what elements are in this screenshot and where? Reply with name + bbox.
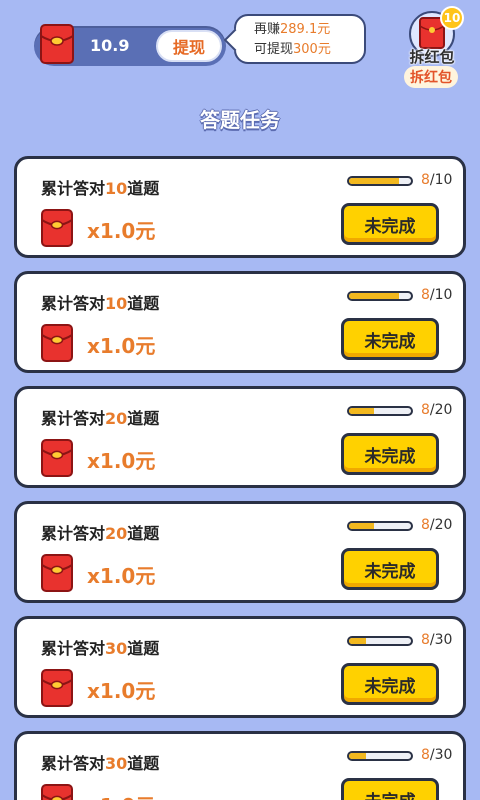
red-packet-icon	[41, 324, 73, 362]
task-progress-text: 8/20	[421, 517, 452, 533]
task-card: 累计答对20道题 8/20 x1.0元 未完成	[14, 386, 466, 488]
tip-line-1: 再赚289.1元	[254, 20, 364, 40]
withdraw-button[interactable]: 提现	[156, 30, 222, 62]
task-progress-bar	[347, 406, 413, 416]
task-progress-text: 8/20	[421, 402, 452, 418]
task-progress-text: 8/10	[421, 172, 452, 188]
task-status-button[interactable]: 未完成	[341, 203, 439, 245]
red-packet-icon	[41, 439, 73, 477]
task-title-suffix: 道题	[127, 179, 160, 198]
task-reward: x1.0元	[87, 334, 156, 358]
task-target-count: 30	[105, 639, 128, 658]
task-reward: x1.0元	[87, 790, 155, 800]
task-target-count: 20	[105, 409, 128, 428]
task-target-count: 10	[105, 179, 128, 198]
task-target-count: 20	[105, 524, 128, 543]
task-progress-total: /10	[429, 287, 453, 303]
open-packet-count-badge: 10	[440, 6, 464, 30]
task-reward: x1.0元	[87, 679, 156, 703]
tip-line-1-amount: 289.1元	[280, 22, 331, 37]
task-card: 累计答对30道题 8/30 x1.0元 未完成	[14, 731, 466, 800]
task-progress-fill	[349, 523, 374, 529]
task-title: 累计答对10道题	[41, 175, 159, 199]
tip-line-2: 可提现300元	[254, 40, 364, 60]
task-progress-current: 8	[421, 632, 430, 648]
task-progress-current: 8	[421, 402, 430, 418]
task-progress-fill	[349, 408, 374, 414]
task-reward: x1.0元	[87, 219, 156, 243]
task-progress-current: 8	[421, 517, 430, 533]
open-packet-title[interactable]: 拆红包	[404, 46, 460, 67]
task-title-prefix: 累计答对	[41, 754, 106, 773]
task-progress-total: /20	[429, 402, 453, 418]
task-progress-total: /10	[429, 172, 453, 188]
task-card: 累计答对10道题 8/10 x1.0元 未完成	[14, 156, 466, 258]
task-progress-current: 8	[421, 747, 430, 763]
task-card: 累计答对30道题 8/30 x1.0元 未完成	[14, 616, 466, 718]
tip-line-1-prefix: 再赚	[254, 22, 281, 37]
task-title: 累计答对10道题	[41, 290, 159, 314]
task-progress-total: /20	[429, 517, 453, 533]
task-progress-total: /30	[429, 632, 453, 648]
task-status-button[interactable]: 未完成	[341, 778, 439, 800]
task-target-count: 10	[105, 294, 128, 313]
task-status-button[interactable]: 未完成	[341, 548, 439, 590]
task-title-prefix: 累计答对	[41, 639, 106, 658]
task-title-suffix: 道题	[127, 524, 160, 543]
task-title-suffix: 道题	[127, 754, 160, 773]
task-progress-total: /30	[429, 747, 453, 763]
task-progress-bar	[347, 176, 413, 186]
task-title-suffix: 道题	[127, 639, 160, 658]
red-packet-icon	[41, 209, 73, 247]
tip-line-2-amount: 300元	[293, 42, 331, 57]
task-progress-text: 8/10	[421, 287, 452, 303]
task-progress-fill	[349, 638, 366, 644]
task-title-prefix: 累计答对	[41, 179, 106, 198]
task-title-suffix: 道题	[127, 294, 160, 313]
task-title-prefix: 累计答对	[41, 294, 106, 313]
task-progress-bar	[347, 291, 413, 301]
task-status-button[interactable]: 未完成	[341, 433, 439, 475]
task-title: 累计答对30道题	[41, 750, 159, 774]
task-title-prefix: 累计答对	[41, 524, 106, 543]
task-title-prefix: 累计答对	[41, 409, 106, 428]
task-target-count: 30	[105, 754, 128, 773]
task-title: 累计答对20道题	[41, 405, 159, 429]
task-reward: x1.0元	[87, 449, 156, 473]
task-progress-bar	[347, 636, 413, 646]
task-progress-bar	[347, 751, 413, 761]
task-card: 累计答对20道题 8/20 x1.0元 未完成	[14, 501, 466, 603]
task-title: 累计答对30道题	[41, 635, 159, 659]
task-progress-fill	[349, 178, 399, 184]
red-packet-icon	[41, 554, 73, 592]
task-card: 累计答对10道题 8/10 x1.0元 未完成	[14, 271, 466, 373]
task-title-suffix: 道题	[127, 409, 160, 428]
task-reward: x1.0元	[87, 564, 156, 588]
red-packet-icon	[41, 669, 73, 707]
task-title: 累计答对20道题	[41, 520, 159, 544]
open-packet-button[interactable]: 拆红包	[404, 66, 458, 88]
task-progress-text: 8/30	[421, 747, 452, 763]
task-progress-fill	[349, 753, 366, 759]
red-packet-icon	[41, 784, 73, 800]
tip-line-2-prefix: 可提现	[254, 42, 294, 57]
task-status-button[interactable]: 未完成	[341, 318, 439, 360]
balance-amount: 10.9	[90, 36, 130, 55]
task-progress-current: 8	[421, 172, 430, 188]
red-packet-icon	[40, 24, 74, 64]
task-progress-fill	[349, 293, 399, 299]
section-title: 答题任务	[200, 108, 280, 132]
task-progress-bar	[347, 521, 413, 531]
task-progress-text: 8/30	[421, 632, 452, 648]
task-progress-current: 8	[421, 287, 430, 303]
earnings-tip-bubble: 再赚289.1元 可提现300元	[234, 14, 366, 64]
task-status-button[interactable]: 未完成	[341, 663, 439, 705]
